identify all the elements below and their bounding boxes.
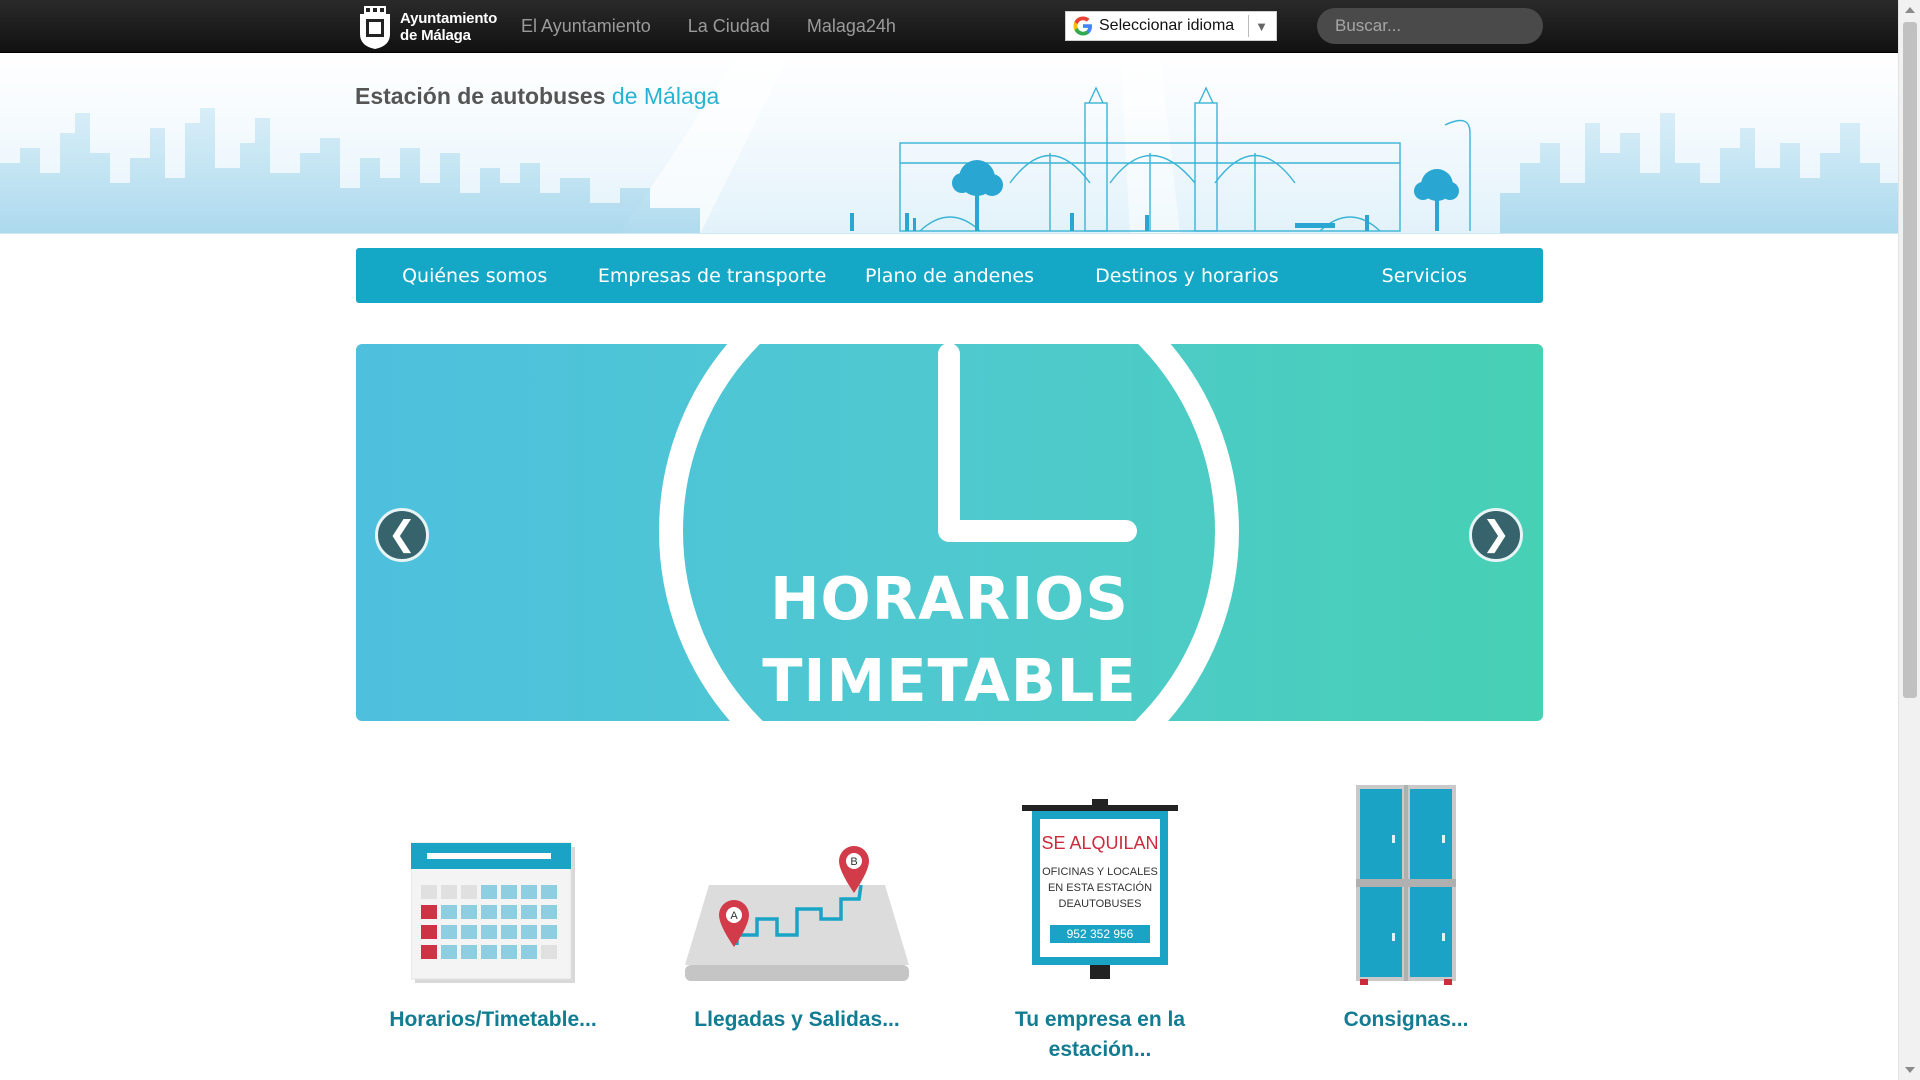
main-nav-servicios[interactable]: Servicios: [1306, 248, 1543, 303]
top-nav-malaga24h[interactable]: Malaga24h: [807, 16, 896, 37]
calendar-icon: [411, 842, 575, 983]
lockers-icon: [1356, 785, 1456, 985]
page-title-accent: de Málaga: [611, 83, 720, 109]
header-banner: Estación de autobuses de Málaga: [0, 53, 1898, 234]
main-nav-plano-de-andenes[interactable]: Plano de andenes: [831, 248, 1068, 303]
main-nav-quienes-somos[interactable]: Quiénes somos: [356, 248, 593, 303]
sign-line3: DEAUTOBUSES: [1059, 898, 1142, 910]
main-nav: Quiénes somos Empresas de transporte Pla…: [356, 248, 1543, 303]
language-divider: [1248, 15, 1250, 37]
map-pin-a-label: A: [730, 910, 738, 922]
dropdown-caret-icon: ▼: [1255, 18, 1268, 34]
search-input[interactable]: [1317, 8, 1543, 44]
top-bar: Ayuntamiento de Málaga El Ayuntamiento L…: [0, 0, 1898, 53]
slider-next-button[interactable]: ❯: [1469, 508, 1523, 562]
map-route-icon: A B: [685, 846, 909, 981]
top-nav-ayuntamiento[interactable]: El Ayuntamiento: [521, 16, 651, 37]
city-shield-icon: [360, 6, 390, 49]
main-nav-empresas-de-transporte[interactable]: Empresas de transporte: [593, 248, 830, 303]
hero-slider[interactable]: HORARIOS TIMETABLE ❮ ❯: [356, 344, 1543, 721]
google-icon: [1073, 16, 1092, 36]
tile-llegadas-salidas[interactable]: A B Llegadas y Salidas...: [667, 780, 927, 1035]
language-selector[interactable]: Seleccionar idioma ▼: [1065, 11, 1277, 41]
sign-phone: 952 352 956: [1067, 927, 1134, 941]
main-nav-destinos-y-horarios[interactable]: Destinos y horarios: [1068, 248, 1305, 303]
tile-label-tu-empresa[interactable]: Tu empresa en la estación...: [970, 1005, 1230, 1065]
page-title: Estación de autobuses de Málaga: [355, 83, 719, 110]
scrollbar-thumb[interactable]: [1903, 22, 1917, 698]
sign-heading: SE ALQUILAN: [1041, 833, 1158, 853]
slider-prev-button[interactable]: ❮: [375, 508, 429, 562]
slide-heading-line2: TIMETABLE: [762, 646, 1137, 715]
tile-horarios[interactable]: Horarios/Timetable...: [363, 780, 623, 1035]
sign-line2: EN ESTA ESTACIÓN: [1048, 881, 1152, 894]
tile-label-consignas[interactable]: Consignas...: [1276, 1005, 1536, 1035]
language-label: Seleccionar idioma: [1099, 17, 1235, 34]
search-box: [1317, 8, 1543, 44]
slide-heading-line1: HORARIOS: [770, 564, 1129, 633]
for-rent-sign-icon: SE ALQUILAN OFICINAS Y LOCALES EN ESTA E…: [1022, 799, 1178, 979]
banner-divider: [0, 233, 1898, 234]
tile-consignas[interactable]: Consignas...: [1276, 780, 1536, 1035]
page-title-main: Estación de autobuses: [355, 83, 606, 109]
city-skyline-illustration: [0, 53, 1898, 234]
scroll-up-icon[interactable]: [1905, 7, 1915, 13]
top-nav-la-ciudad[interactable]: La Ciudad: [688, 16, 770, 37]
tile-tu-empresa[interactable]: SE ALQUILAN OFICINAS Y LOCALES EN ESTA E…: [970, 780, 1230, 1065]
map-pin-b-label: B: [850, 856, 857, 868]
logo-text-line2: de Málaga: [400, 27, 471, 44]
scroll-down-icon[interactable]: [1905, 1067, 1915, 1073]
tile-label-llegadas-salidas[interactable]: Llegadas y Salidas...: [667, 1005, 927, 1035]
sign-line1: OFICINAS Y LOCALES: [1042, 866, 1158, 878]
city-logo[interactable]: Ayuntamiento de Málaga: [356, 4, 497, 50]
top-nav: El Ayuntamiento La Ciudad Malaga24h: [521, 0, 896, 53]
tile-label-horarios[interactable]: Horarios/Timetable...: [363, 1005, 623, 1035]
logo-text-line1: Ayuntamiento: [400, 10, 498, 27]
page-scrollbar[interactable]: [1898, 0, 1920, 1080]
